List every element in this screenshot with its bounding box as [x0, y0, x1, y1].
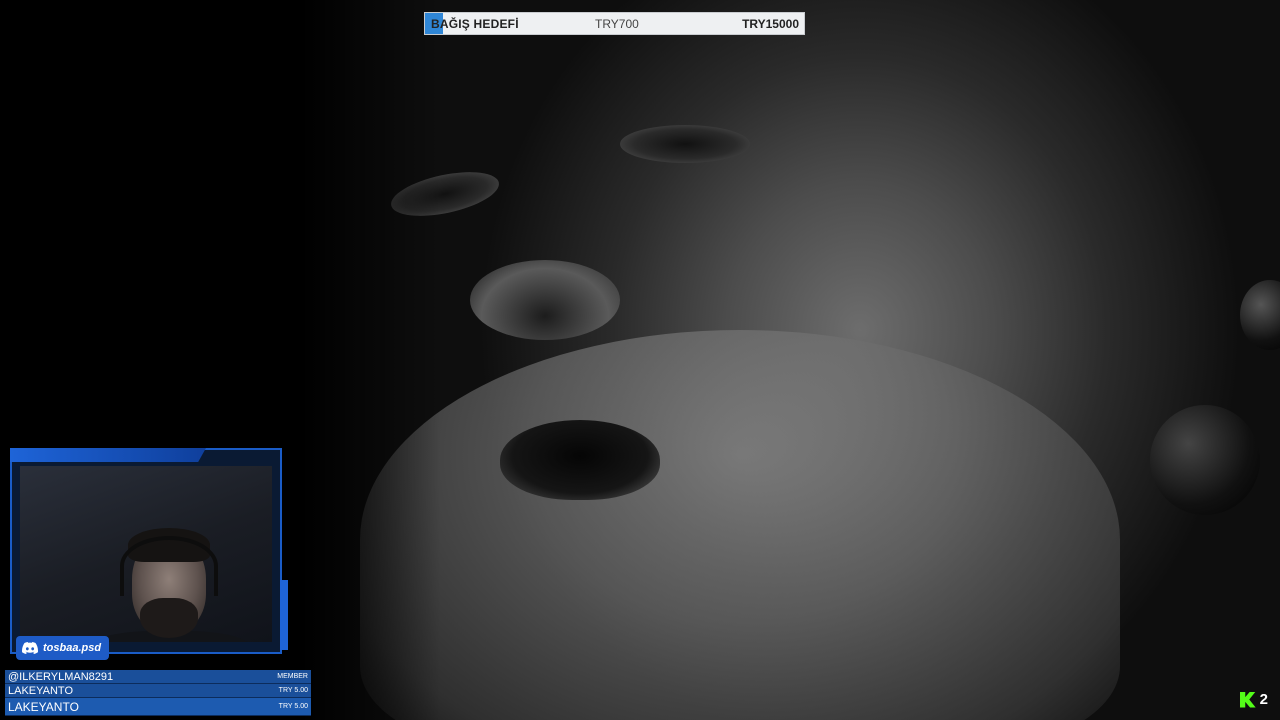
- webcam-frame: [10, 448, 288, 654]
- webcam-feed: [20, 466, 272, 642]
- stream-view: BAĞIŞ HEDEFİ TRY700 TRY15000 tosbaa.psd …: [0, 0, 1280, 720]
- event-item: LAKEYANTO TRY 5.00: [5, 684, 311, 698]
- discord-handle: tosbaa.psd: [43, 642, 102, 654]
- donation-goal-bar: BAĞIŞ HEDEFİ TRY700 TRY15000: [424, 12, 805, 35]
- webcam-frame-accent: [280, 580, 288, 650]
- headset-icon: [120, 536, 218, 596]
- video-subject-beard: [360, 330, 1120, 720]
- webcam-frame-topbar: [10, 448, 206, 462]
- event-name: LAKEYANTO: [8, 699, 79, 714]
- event-list: @ILKERYLMAN8291 MEMBER LAKEYANTO TRY 5.0…: [5, 670, 311, 716]
- event-name: @ILKERYLMAN8291: [8, 670, 114, 683]
- event-detail: MEMBER: [277, 673, 308, 680]
- event-detail: TRY 5.00: [278, 703, 308, 710]
- video-subject-nose: [470, 260, 620, 340]
- donation-goal-current: TRY700: [595, 17, 639, 31]
- kick-number: 2: [1259, 691, 1268, 708]
- main-video-feed: [300, 0, 1280, 720]
- event-item: @ILKERYLMAN8291 MEMBER: [5, 670, 311, 684]
- video-edge-shade: [300, 0, 440, 720]
- streamer-beard: [140, 598, 198, 638]
- donation-goal-label: BAĞIŞ HEDEFİ: [431, 16, 519, 31]
- event-item: LAKEYANTO TRY 5.00: [5, 698, 311, 716]
- video-subject-eye-right: [620, 125, 750, 163]
- video-subject-mouth: [500, 420, 660, 500]
- kick-logo-icon: [1239, 691, 1256, 708]
- kick-watermark: 2: [1239, 691, 1268, 708]
- event-detail: TRY 5.00: [278, 687, 308, 694]
- microphone: [1150, 405, 1260, 515]
- discord-badge[interactable]: tosbaa.psd: [16, 636, 110, 660]
- discord-icon: [22, 642, 38, 654]
- microphone-top: [1240, 280, 1280, 350]
- event-name: LAKEYANTO: [8, 684, 74, 697]
- donation-goal-target: TRY15000: [742, 17, 799, 31]
